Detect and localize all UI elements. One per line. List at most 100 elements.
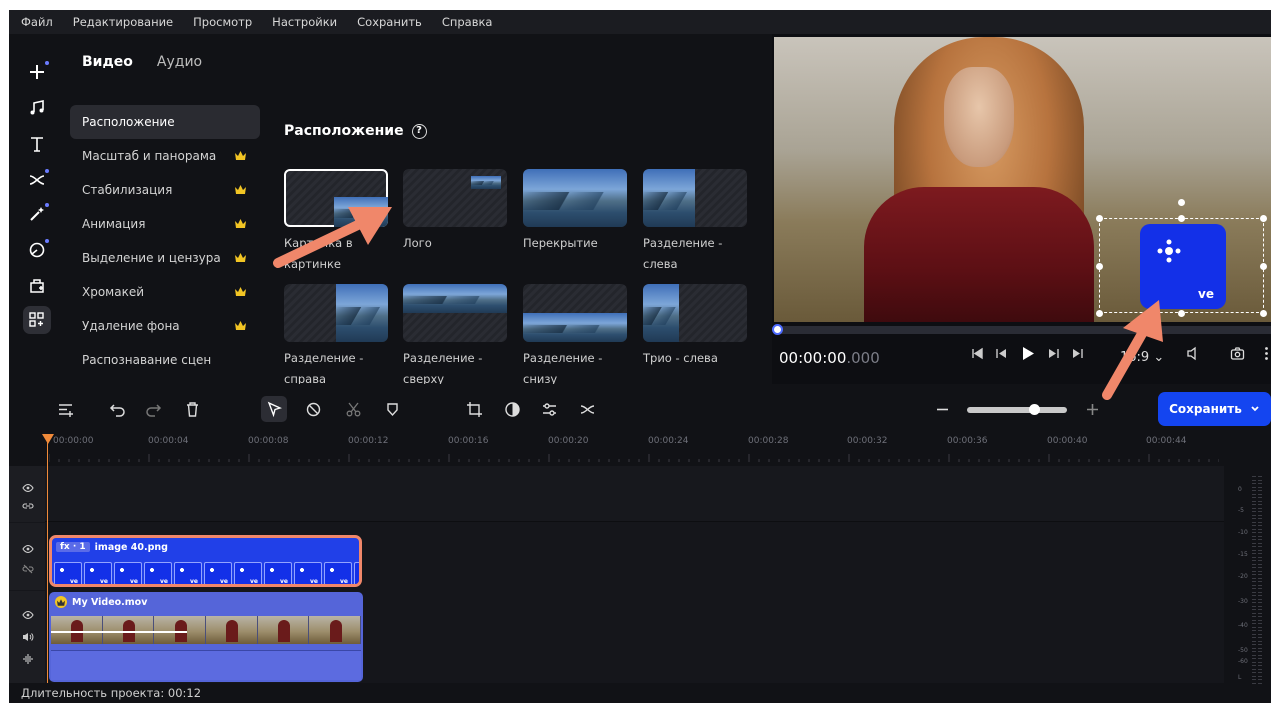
eye-icon[interactable] — [22, 609, 34, 621]
zoom-out-button[interactable] — [931, 398, 953, 420]
video-clip[interactable]: My Video.mov — [49, 592, 363, 682]
unlink-icon[interactable] — [22, 563, 34, 575]
clip-frames — [54, 562, 359, 584]
next-frame-button[interactable] — [1046, 346, 1061, 361]
go-start-button[interactable] — [970, 346, 985, 361]
audio-waveform[interactable] — [51, 650, 361, 680]
clip-header: fx · 1 image 40.png — [56, 540, 168, 554]
layout-thumbnail — [284, 284, 388, 342]
ripple-tool-button[interactable] — [302, 398, 324, 420]
crop-button[interactable] — [463, 398, 485, 420]
meter-label: -15 — [1238, 551, 1248, 558]
section-title-text: Расположение — [284, 123, 404, 139]
playhead-handle[interactable] — [42, 434, 54, 444]
transition-tool-button[interactable] — [576, 398, 598, 420]
contrast-icon — [504, 401, 520, 417]
menu-view[interactable]: Просмотр — [193, 15, 252, 29]
app-window: Файл Редактирование Просмотр Настройки С… — [9, 10, 1271, 703]
eye-icon[interactable] — [22, 543, 34, 555]
layout-tile-logo[interactable]: Лого — [403, 169, 507, 254]
annotation-arrow-right — [1102, 300, 1163, 400]
marker-button[interactable] — [381, 398, 403, 420]
zoom-knob[interactable] — [1029, 404, 1040, 415]
category-item[interactable]: Масштаб и панорама — [70, 139, 260, 173]
delete-button[interactable] — [181, 398, 203, 420]
category-label: Стабилизация — [82, 183, 173, 197]
play-button[interactable] — [1020, 346, 1035, 361]
category-item[interactable]: Стабилизация — [70, 173, 260, 207]
cut-button[interactable] — [342, 398, 364, 420]
seek-knob[interactable] — [772, 324, 783, 335]
category-item[interactable]: Выделение и цензура — [70, 241, 260, 275]
help-icon[interactable]: ? — [411, 123, 427, 139]
volume-icon[interactable] — [22, 631, 34, 643]
layout-tile-split-left[interactable]: Разделение - слева — [643, 169, 747, 275]
menu-settings[interactable]: Настройки — [272, 15, 337, 29]
layout-tile-split-right[interactable]: Разделение - справа — [284, 284, 388, 390]
volume-line[interactable] — [51, 631, 187, 633]
ruler-tick: 00:00:16 — [448, 436, 489, 446]
color-button[interactable] — [501, 398, 523, 420]
more-button[interactable] — [1259, 346, 1271, 361]
tab-video[interactable]: Видео — [82, 54, 133, 70]
filters-button[interactable] — [23, 236, 51, 264]
add-track-button[interactable] — [54, 398, 76, 420]
music-button[interactable] — [23, 94, 51, 122]
zoom-slider[interactable] — [967, 404, 1067, 415]
layout-thumbnail — [403, 284, 507, 342]
category-list: Расположение Масштаб и панорама Стабилиз… — [70, 105, 260, 377]
logo-text: ve — [1198, 287, 1214, 301]
scissors-icon — [346, 402, 360, 416]
redo-icon — [145, 403, 161, 417]
transition-icon — [29, 175, 45, 185]
preview-seekbar[interactable] — [772, 324, 1271, 335]
effects-button[interactable] — [23, 200, 51, 228]
timeline-toolbar: Сохранить — [9, 384, 1271, 434]
preview-panel: ve 00:00:00.000 16:9 ⌄ — [772, 34, 1271, 384]
menu-file[interactable]: Файл — [21, 15, 53, 29]
layout-label: Разделение - слева — [643, 236, 723, 271]
adjust-button[interactable] — [538, 398, 560, 420]
layout-tile-trio-left[interactable]: Трио - слева — [643, 284, 747, 369]
go-end-button[interactable] — [1070, 346, 1085, 361]
menu-help[interactable]: Справка — [442, 15, 493, 29]
timeline-ruler[interactable]: 00:00:00 00:00:04 00:00:08 00:00:12 00:0… — [9, 434, 1224, 466]
redo-button[interactable] — [142, 398, 164, 420]
audio-wave-icon[interactable] — [22, 653, 34, 665]
empty-track[interactable] — [45, 466, 1224, 522]
layout-tile-overlay[interactable]: Перекрытие — [523, 169, 627, 254]
playhead-line[interactable] — [47, 434, 48, 702]
add-media-button[interactable] — [23, 58, 51, 86]
layout-label: Трио - слева — [643, 351, 718, 365]
more-tools-button[interactable] — [23, 306, 51, 334]
undo-button[interactable] — [106, 398, 128, 420]
eye-icon[interactable] — [22, 482, 34, 494]
layout-tile-split-bottom[interactable]: Разделение - снизу — [523, 284, 627, 390]
prev-frame-button[interactable] — [994, 346, 1009, 361]
tab-audio[interactable]: Аудио — [157, 54, 202, 70]
snapshot-button[interactable] — [1230, 346, 1245, 361]
menu-edit[interactable]: Редактирование — [73, 15, 173, 29]
track-header — [9, 466, 45, 522]
volume-button[interactable] — [1186, 346, 1201, 361]
category-item[interactable]: Анимация — [70, 207, 260, 241]
category-item[interactable]: Хромакей — [70, 275, 260, 309]
clip-frames — [51, 616, 362, 644]
layout-label: Перекрытие — [523, 236, 598, 250]
category-label: Хромакей — [82, 285, 145, 299]
trash-icon — [186, 401, 198, 417]
stickers-button[interactable] — [23, 272, 51, 300]
menu-save[interactable]: Сохранить — [357, 15, 422, 29]
transitions-button[interactable] — [23, 166, 51, 194]
overlay-clip[interactable]: fx · 1 image 40.png — [49, 535, 362, 587]
category-item[interactable]: Распознавание сцен — [70, 343, 260, 377]
preview-video-frame[interactable]: ve — [774, 37, 1271, 322]
layout-thumbnail — [643, 284, 747, 342]
category-item[interactable]: Удаление фона — [70, 309, 260, 343]
layout-tile-split-top[interactable]: Разделение - сверху — [403, 284, 507, 390]
link-icon[interactable] — [22, 500, 34, 512]
category-item[interactable]: Расположение — [70, 105, 260, 139]
ruler-tick: 00:00:00 — [53, 436, 94, 446]
text-button[interactable] — [23, 130, 51, 158]
select-tool-button[interactable] — [261, 396, 287, 422]
